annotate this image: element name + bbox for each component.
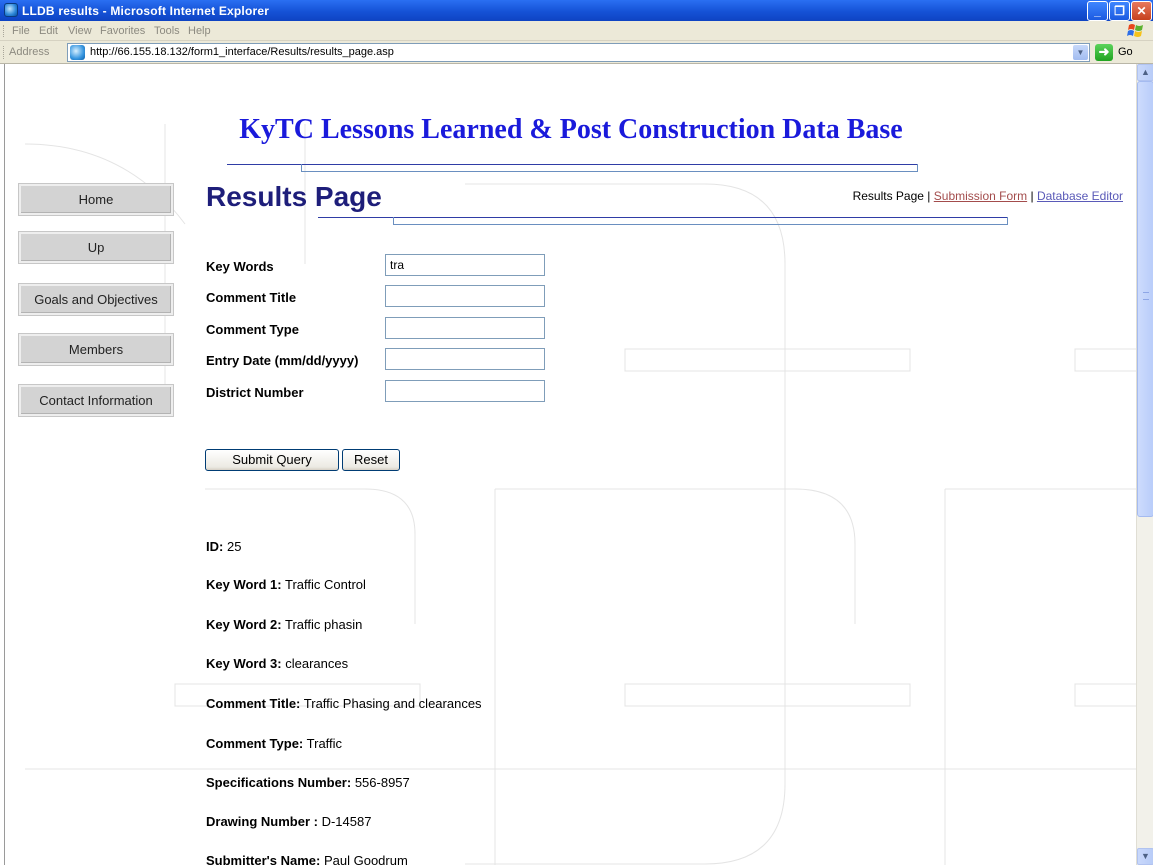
menu-bar: File Edit View Favorites Tools Help	[0, 21, 1153, 41]
comment-title-label: Comment Title	[206, 290, 297, 305]
entry-date-label: Entry Date (mm/dd/yyyy)	[206, 353, 359, 368]
record-field-label: Submitter's Name:	[206, 853, 321, 865]
background-watermark	[24, 124, 1136, 865]
vertical-scrollbar[interactable]: ▲ ▼	[1136, 64, 1153, 865]
key-words-label: Key Words	[206, 259, 274, 274]
maximize-button[interactable]: ❐	[1109, 1, 1130, 21]
sidebar-item-home[interactable]: Home	[18, 183, 174, 216]
windows-logo-icon	[1127, 24, 1143, 37]
record-field-label: Key Word 1:	[206, 577, 282, 592]
record-field-label: Drawing Number :	[206, 814, 318, 829]
address-bar: Address http://66.155.18.132/form1_inter…	[0, 41, 1153, 64]
sidebar-item-goals-and-objectives[interactable]: Goals and Objectives	[18, 283, 174, 316]
record-field-value: D-14587	[321, 814, 372, 829]
entry-date-input[interactable]	[385, 348, 545, 370]
toolbar-grip	[3, 25, 6, 37]
scrollbar-thumb[interactable]	[1137, 81, 1153, 517]
record-comment-title: Comment Title: Traffic Phasing and clear…	[206, 696, 482, 711]
district-number-label: District Number	[206, 385, 304, 400]
record-field-label: Key Word 3:	[206, 656, 282, 671]
go-button[interactable]: Go	[1118, 46, 1133, 58]
menu-help[interactable]: Help	[188, 25, 211, 37]
page-icon	[70, 45, 85, 60]
record-key-word-2: Key Word 2: Traffic phasin	[206, 617, 362, 632]
sidebar-item-contact-information[interactable]: Contact Information	[18, 384, 174, 417]
page-viewport: KyTC Lessons Learned & Post Construction…	[4, 64, 1136, 865]
nav-link-submission-form[interactable]: Submission Form	[934, 189, 1027, 203]
scroll-down-icon[interactable]: ▼	[1137, 848, 1153, 865]
address-input[interactable]: http://66.155.18.132/form1_interface/Res…	[67, 43, 1090, 62]
close-button[interactable]: ✕	[1131, 1, 1152, 21]
scrollbar-grip-icon	[1143, 292, 1149, 300]
record-field-value: Traffic phasin	[285, 617, 363, 632]
nav-link-database-editor[interactable]: Database Editor	[1037, 189, 1123, 203]
menu-favorites[interactable]: Favorites	[100, 25, 145, 37]
record-drawing-number: Drawing Number : D-14587	[206, 814, 371, 829]
minimize-button[interactable]: _	[1087, 1, 1108, 21]
toolbar-grip	[3, 46, 6, 59]
window-title: LLDB results - Microsoft Internet Explor…	[22, 4, 270, 18]
comment-title-input[interactable]	[385, 285, 545, 307]
decorative-rule	[301, 164, 918, 172]
record-field-value: Paul Goodrum	[323, 853, 408, 865]
record-field-label: Comment Title:	[206, 696, 301, 711]
menu-edit[interactable]: Edit	[39, 25, 58, 37]
key-words-input[interactable]	[385, 254, 545, 276]
site-title: KyTC Lessons Learned & Post Construction…	[239, 114, 903, 145]
record-field-value: Traffic Control	[285, 577, 366, 592]
scroll-up-icon[interactable]: ▲	[1137, 64, 1153, 81]
window-titlebar: LLDB results - Microsoft Internet Explor…	[0, 0, 1153, 21]
address-dropdown-icon[interactable]: ▼	[1073, 45, 1088, 60]
address-url[interactable]: http://66.155.18.132/form1_interface/Res…	[90, 46, 394, 58]
nav-separator: |	[1030, 189, 1034, 203]
record-id: ID: 25	[206, 539, 241, 554]
submit-query-button[interactable]: Submit Query	[205, 449, 339, 471]
record-specifications-number: Specifications Number: 556-8957	[206, 775, 410, 790]
record-field-label: Key Word 2:	[206, 617, 282, 632]
record-field-value: Traffic	[306, 736, 343, 751]
reset-button[interactable]: Reset	[342, 449, 400, 471]
decorative-rule	[393, 217, 1008, 225]
go-arrow-icon[interactable]: ➜	[1095, 44, 1113, 61]
top-navigation: Results Page | Submission Form | Databas…	[785, 189, 1123, 203]
record-field-label: Comment Type:	[206, 736, 304, 751]
address-label: Address	[9, 46, 50, 58]
record-submitter-name: Submitter's Name: Paul Goodrum	[206, 853, 408, 865]
nav-separator: |	[927, 189, 931, 203]
record-field-value: 25	[226, 539, 242, 554]
ie-icon	[4, 3, 18, 17]
sidebar-item-members[interactable]: Members	[18, 333, 174, 366]
record-field-value: clearances	[285, 656, 349, 671]
nav-current-page: Results Page	[852, 189, 924, 203]
record-comment-type: Comment Type: Traffic	[206, 736, 342, 751]
menu-view[interactable]: View	[68, 25, 92, 37]
page-heading: Results Page	[206, 181, 382, 212]
record-field-value: Traffic Phasing and clearances	[303, 696, 482, 711]
record-field-label: ID:	[206, 539, 224, 554]
comment-type-label: Comment Type	[206, 322, 299, 337]
menu-file[interactable]: File	[12, 25, 30, 37]
record-key-word-3: Key Word 3: clearances	[206, 656, 348, 671]
comment-type-input[interactable]	[385, 317, 545, 339]
record-field-value: 556-8957	[354, 775, 410, 790]
menu-tools[interactable]: Tools	[154, 25, 180, 37]
record-key-word-1: Key Word 1: Traffic Control	[206, 577, 366, 592]
sidebar-item-up[interactable]: Up	[18, 231, 174, 264]
district-number-input[interactable]	[385, 380, 545, 402]
record-field-label: Specifications Number:	[206, 775, 352, 790]
